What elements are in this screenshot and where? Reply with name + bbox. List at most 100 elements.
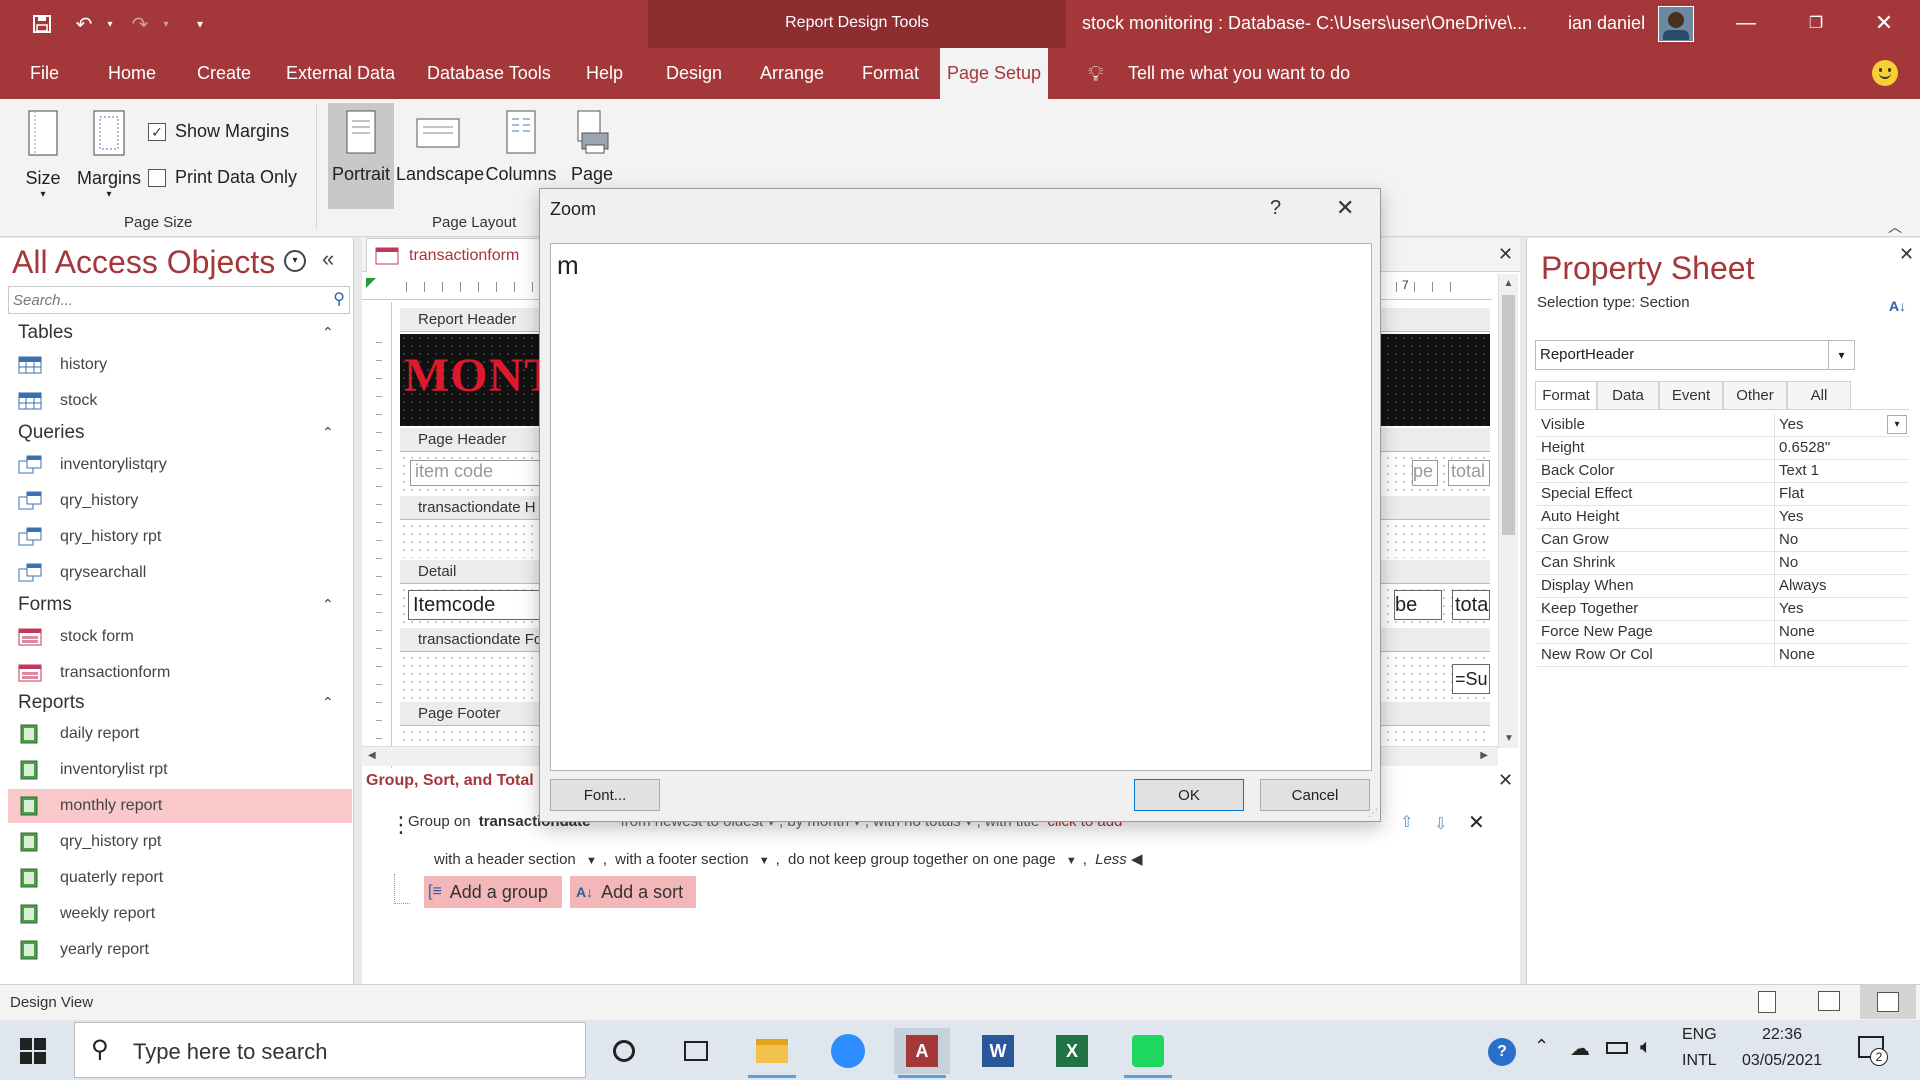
keep-together-option[interactable]: do not keep group together on one page: [788, 851, 1056, 868]
close-document-icon[interactable]: ✕: [1498, 244, 1513, 265]
task-view-icon[interactable]: [668, 1028, 724, 1074]
keep-together-dropdown-icon[interactable]: ▼: [1066, 855, 1077, 867]
with-header-option[interactable]: with a header section: [434, 851, 576, 868]
excel-app-icon[interactable]: X: [1044, 1028, 1100, 1074]
zoom-text-area[interactable]: [550, 243, 1372, 771]
zoom-app-icon[interactable]: [820, 1028, 876, 1074]
prop-row-force-new-page[interactable]: Force New Page None: [1537, 621, 1909, 644]
undo-icon[interactable]: ↶: [70, 10, 98, 38]
tell-me-search[interactable]: Tell me what you want to do: [1128, 63, 1350, 84]
nav-category-reports[interactable]: Reports: [18, 692, 85, 714]
nav-item-stock-form[interactable]: stock form: [18, 620, 134, 654]
nav-search-input[interactable]: [9, 287, 319, 313]
resize-grip-icon[interactable]: ⋰: [1368, 808, 1378, 819]
show-margins-check-icon[interactable]: ✓: [148, 123, 166, 142]
nav-item-stock[interactable]: stock: [18, 384, 97, 418]
ok-button[interactable]: OK: [1134, 779, 1244, 811]
nav-title[interactable]: All Access Objects: [12, 244, 275, 281]
avatar[interactable]: [1658, 6, 1694, 42]
shutter-bar-close-icon[interactable]: «: [322, 246, 334, 272]
nav-category-forms[interactable]: Forms: [18, 594, 72, 616]
collapse-tables-icon[interactable]: ⌃: [322, 324, 334, 341]
prop-row-height[interactable]: Height 0.6528": [1537, 437, 1909, 460]
tab-home[interactable]: Home: [102, 48, 162, 99]
prop-row-display-when[interactable]: Display When Always: [1537, 575, 1909, 598]
nav-item-inventorylist-rpt[interactable]: inventorylist rpt: [18, 753, 168, 787]
prop-tab-format[interactable]: Format: [1535, 381, 1597, 409]
language-primary[interactable]: ENG: [1682, 1026, 1717, 1044]
show-hidden-icons-icon[interactable]: ⌃: [1534, 1036, 1549, 1057]
nav-item-qry-history-rpt[interactable]: qry_history rpt: [18, 520, 161, 554]
nav-item-daily-report[interactable]: daily report: [18, 717, 139, 751]
move-up-icon[interactable]: ⇧: [1400, 812, 1413, 832]
prop-value[interactable]: 0.6528": [1775, 437, 1909, 459]
columns-button[interactable]: Columns: [484, 109, 558, 185]
be-textbox[interactable]: be: [1394, 590, 1442, 620]
margins-button[interactable]: Margins ▾: [76, 109, 142, 200]
print-data-only-check-icon[interactable]: [148, 169, 166, 188]
tab-create[interactable]: Create: [191, 48, 257, 99]
total-label[interactable]: total: [1448, 460, 1490, 486]
prop-row-visible[interactable]: Visible Yes ▾: [1537, 414, 1909, 437]
show-margins-checkbox[interactable]: ✓ Show Margins: [148, 121, 289, 142]
save-icon[interactable]: [28, 10, 56, 38]
cancel-button[interactable]: Cancel: [1260, 779, 1370, 811]
with-footer-option[interactable]: with a footer section: [615, 851, 748, 868]
language-secondary[interactable]: INTL: [1682, 1052, 1717, 1070]
delete-group-icon[interactable]: ✕: [1468, 810, 1485, 835]
tab-arrange[interactable]: Arrange: [754, 48, 830, 99]
help-tray-icon[interactable]: ?: [1488, 1038, 1516, 1066]
nav-menu-dropdown-icon[interactable]: ▾: [284, 250, 306, 272]
taskbar-search[interactable]: ⚲ Type here to search: [74, 1022, 586, 1078]
onedrive-icon[interactable]: ☁: [1570, 1036, 1590, 1061]
page-setup-button[interactable]: Page: [564, 109, 620, 185]
prop-tab-event[interactable]: Event: [1659, 381, 1723, 409]
visible-dropdown-icon[interactable]: ▾: [1887, 415, 1907, 434]
battery-icon[interactable]: [1606, 1042, 1628, 1054]
prop-row-back-color[interactable]: Back Color Text 1: [1537, 460, 1909, 483]
report-view-icon[interactable]: [1758, 991, 1776, 1013]
tab-design[interactable]: Design: [660, 48, 728, 99]
add-group-button[interactable]: [≡ Add a group: [424, 876, 562, 908]
prop-tab-data[interactable]: Data: [1597, 381, 1659, 409]
customize-toolbar-icon[interactable]: ▾: [186, 10, 214, 38]
footer-dropdown-icon[interactable]: ▼: [759, 855, 770, 867]
collapse-ribbon-icon[interactable]: ︿: [1888, 217, 1902, 237]
font-button[interactable]: Font...: [550, 779, 660, 811]
close-dialog-icon[interactable]: ✕: [1336, 195, 1354, 221]
portrait-button[interactable]: Portrait: [328, 103, 394, 209]
word-app-icon[interactable]: W: [970, 1028, 1026, 1074]
scroll-right-icon[interactable]: ▶: [1480, 750, 1488, 761]
header-dropdown-icon[interactable]: ▼: [586, 855, 597, 867]
nav-item-monthly-report[interactable]: monthly report: [8, 789, 352, 823]
add-sort-button[interactable]: A↓ Add a sort: [570, 876, 696, 908]
search-icon[interactable]: ⚲: [333, 289, 345, 309]
prop-value[interactable]: None: [1775, 621, 1909, 643]
design-view-button[interactable]: [1860, 985, 1916, 1019]
collapse-reports-icon[interactable]: ⌃: [322, 694, 334, 711]
pe-label[interactable]: pe: [1412, 460, 1438, 486]
sort-properties-icon[interactable]: A↓: [1889, 298, 1906, 314]
tab-format[interactable]: Format: [856, 48, 925, 99]
tota-textbox[interactable]: tota: [1452, 590, 1490, 620]
notifications-icon[interactable]: 2: [1858, 1036, 1888, 1066]
size-button[interactable]: Size ▾: [20, 109, 66, 200]
landscape-button[interactable]: Landscape: [396, 109, 484, 185]
tab-help[interactable]: Help: [580, 48, 629, 99]
less-link[interactable]: Less ◀: [1095, 851, 1142, 868]
doc-tab-transactionform[interactable]: transactionform: [366, 238, 542, 272]
prop-row-keep-together[interactable]: Keep Together Yes: [1537, 598, 1909, 621]
prop-row-special-effect[interactable]: Special Effect Flat: [1537, 483, 1909, 506]
nav-category-queries[interactable]: Queries: [18, 422, 85, 444]
nav-item-yearly-report[interactable]: yearly report: [18, 933, 149, 967]
nav-item-weekly-report[interactable]: weekly report: [18, 897, 155, 931]
tab-page-setup[interactable]: Page Setup: [940, 48, 1048, 99]
itemcode-textbox[interactable]: Itemcode: [408, 590, 558, 620]
scroll-up-icon[interactable]: ▲: [1499, 278, 1518, 289]
minimize-icon[interactable]: —: [1714, 0, 1778, 46]
tab-file[interactable]: File: [24, 48, 65, 99]
nav-item-qry-history-rpt-report[interactable]: qry_history rpt: [18, 825, 161, 859]
chevron-down-icon[interactable]: ▾: [1828, 341, 1854, 369]
tab-database-tools[interactable]: Database Tools: [421, 48, 557, 99]
nav-item-inventorylistqry[interactable]: inventorylistqry: [18, 448, 167, 482]
